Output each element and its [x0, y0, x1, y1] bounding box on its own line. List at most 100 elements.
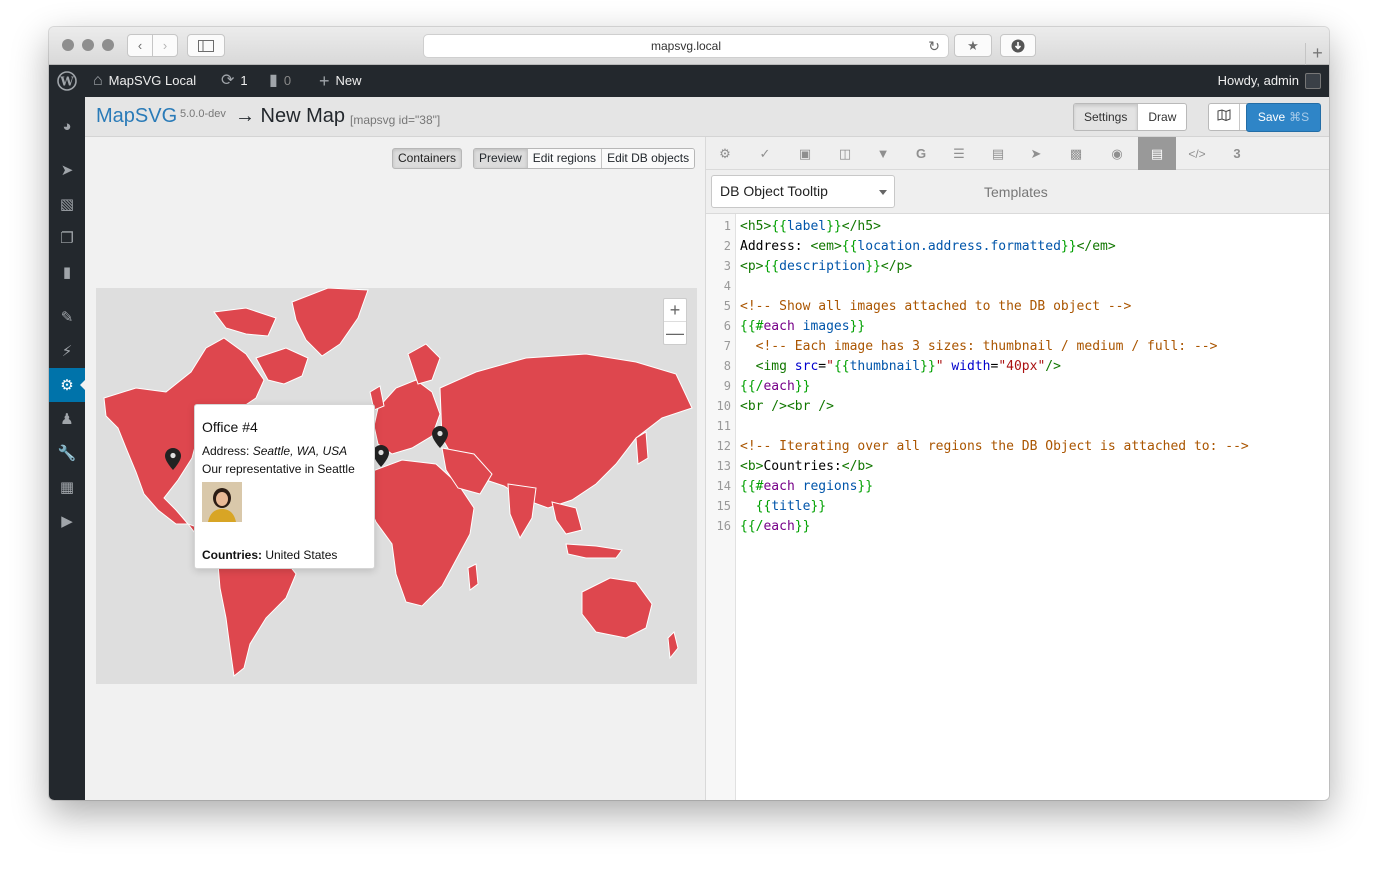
region-scandinavia [407, 343, 441, 385]
layout-icon[interactable]: ▣ [786, 137, 824, 170]
tooltip-thumbnail [202, 482, 242, 522]
region-canada-islands [213, 307, 277, 337]
save-shortcut: ⌘S [1289, 110, 1310, 124]
code-line[interactable]: <!-- Show all images attached to the DB … [740, 299, 1131, 314]
image-icon[interactable]: ▩ [1057, 137, 1095, 170]
tab-edit-db-objects[interactable]: Edit DB objects [602, 149, 695, 168]
updates-link[interactable]: ⟳ 1 [221, 65, 248, 97]
code-line[interactable]: <b>Countries:</b> [740, 459, 873, 474]
version-label: 5.0.0-dev [180, 108, 226, 120]
users-icon[interactable]: ♟ [49, 402, 85, 436]
tooltip-title: Office #4 [202, 419, 258, 435]
line-number: 2 [723, 239, 731, 253]
address-bar[interactable]: mapsvg.local ↻ [423, 34, 949, 58]
line-number: 8 [723, 359, 731, 373]
code-line[interactable]: <!-- Each image has 3 sizes: thumbnail /… [740, 339, 1218, 354]
card-icon[interactable]: ▤ [979, 137, 1017, 170]
minimize-window-button[interactable] [82, 39, 94, 51]
code-line[interactable]: {{/each}} [740, 379, 810, 394]
close-window-button[interactable] [62, 39, 74, 51]
tools-icon[interactable]: 🔧 [49, 436, 85, 470]
pointer-icon[interactable]: ➤ [1017, 137, 1055, 170]
map-view-button[interactable] [1209, 104, 1240, 130]
pages-icon[interactable]: ❐ [49, 221, 85, 255]
tab-draw[interactable]: Draw [1138, 104, 1186, 130]
avatar [1305, 73, 1321, 89]
template-select-row: DB Object Tooltip Templates [706, 170, 1329, 214]
account-menu[interactable]: Howdy, admin [1218, 65, 1321, 97]
plus-icon: + [1312, 43, 1323, 63]
bookmark-button[interactable]: ★ [954, 34, 992, 57]
updates-count: 1 [240, 73, 248, 88]
dashboard-icon[interactable]: ◕ [49, 109, 85, 143]
code-line[interactable]: {{/each}} [740, 519, 810, 534]
code-line[interactable]: <p>{{description}}</p> [740, 259, 912, 274]
zoom-in-button[interactable]: + [664, 299, 686, 322]
zoom-out-button[interactable]: — [664, 322, 686, 345]
tooltip-countries: Countries: United States [202, 548, 337, 562]
database-icon[interactable]: ◫ [826, 137, 864, 170]
downloads-button[interactable] [1000, 34, 1036, 57]
mode-switch: Settings Draw [1073, 103, 1188, 131]
wp-logo-button[interactable]: W [57, 65, 77, 97]
appearance-icon[interactable]: ✎ [49, 300, 85, 334]
tooltip-countries-label: Countries: [202, 548, 262, 562]
back-button[interactable]: ‹ [127, 34, 153, 57]
gear-icon[interactable]: ⚙ [706, 137, 744, 170]
code-line[interactable]: <h5>{{label}}</h5> [740, 219, 881, 234]
reload-icon[interactable]: ↻ [928, 35, 940, 57]
code-line[interactable]: {{title}} [740, 499, 826, 514]
code-editor[interactable]: 1 2 3 4 5 6 7 8 9 10 11 12 13 14 15 16 <… [706, 214, 1329, 800]
code-line[interactable]: {{#each regions}} [740, 479, 873, 494]
line-number: 11 [716, 419, 731, 433]
line-number: 13 [716, 459, 731, 473]
settings-toolbar: ⚙ ✓ ▣ ◫ ▼ G ☰ ▤ ➤ ▩ ◉ ▤ </> 3 [706, 137, 1329, 170]
tooltip-description: Our representative in Seattle [202, 462, 355, 476]
comments-link[interactable]: ▮ 0 [269, 65, 291, 97]
new-tab-button[interactable]: + [1305, 43, 1329, 65]
comments-icon[interactable]: ▮ [49, 255, 85, 289]
site-name-link[interactable]: ⌂ MapSVG Local [93, 65, 196, 97]
media-icon[interactable]: ▧ [49, 187, 85, 221]
code-line[interactable]: Address: <em>{{location.address.formatte… [740, 239, 1116, 254]
world-map-svg[interactable] [96, 288, 697, 684]
region-madagascar [467, 563, 479, 591]
code-line[interactable]: <!-- Iterating over all regions the DB O… [740, 439, 1249, 454]
caret-down-icon [879, 190, 887, 195]
home-icon: ⌂ [93, 72, 103, 89]
tooltip-address-value: Seattle, WA, USA [252, 444, 348, 458]
forward-button[interactable]: › [152, 34, 178, 57]
tab-edit-regions[interactable]: Edit regions [527, 149, 603, 168]
shortcode: [mapsvg id="38"] [350, 113, 441, 127]
template-icon[interactable]: ▤ [1138, 137, 1176, 170]
svg-text:W: W [59, 75, 74, 89]
new-content-link[interactable]: + New [319, 65, 362, 97]
sidebar-toggle-button[interactable] [187, 34, 225, 57]
template-select[interactable]: DB Object Tooltip [711, 175, 895, 208]
code-icon[interactable]: </> [1178, 137, 1216, 170]
code-line[interactable]: {{#each images}} [740, 319, 865, 334]
world-map[interactable]: + — [96, 288, 697, 684]
list-icon[interactable]: ☰ [940, 137, 978, 170]
settings-icon[interactable]: ⚙ [49, 368, 86, 402]
region-indonesia [565, 543, 623, 559]
code-line[interactable]: <br /><br /> [740, 399, 834, 414]
pin-icon[interactable]: ➤ [49, 153, 85, 187]
filter-icon[interactable]: ▼ [864, 137, 902, 170]
line-number: 4 [723, 279, 731, 293]
plus-icon: + [319, 71, 330, 91]
tab-settings[interactable]: Settings [1074, 104, 1139, 130]
css-icon[interactable]: 3 [1218, 137, 1256, 170]
play-icon[interactable]: ▶ [49, 504, 85, 538]
google-icon[interactable]: G [902, 137, 940, 170]
mapsvg-icon[interactable]: ▦ [49, 470, 85, 504]
plugins-icon[interactable]: ⚡ [49, 334, 85, 368]
url-text: mapsvg.local [650, 39, 722, 53]
save-button[interactable]: Save ⌘S [1246, 103, 1321, 132]
code-line[interactable]: <img src="{{thumbnail}}" width="40px"/> [740, 359, 1061, 374]
zoom-window-button[interactable] [102, 39, 114, 51]
toggle-icon[interactable]: ◉ [1098, 137, 1136, 170]
containers-button[interactable]: Containers [392, 148, 463, 169]
brush-icon[interactable]: ✓ [746, 137, 784, 170]
tab-preview[interactable]: Preview [474, 149, 528, 168]
